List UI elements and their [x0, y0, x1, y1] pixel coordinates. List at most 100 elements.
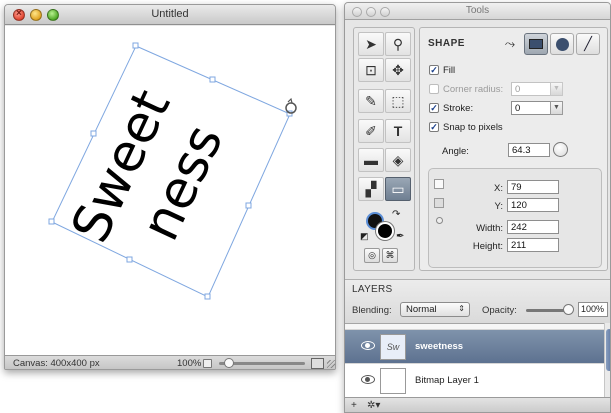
opacity-slider-knob[interactable]	[563, 304, 574, 315]
anchor-point-icon[interactable]	[434, 179, 444, 189]
layers-header: LAYERS Blending: Normal ⇕ Opacity: 100%	[345, 279, 610, 323]
x-field[interactable]: 79	[507, 180, 559, 194]
geometry-box: X: 79 Y: 120 Width: 242 Height: 211	[428, 168, 602, 268]
anchor-pin-icon[interactable]	[436, 217, 443, 224]
blending-select[interactable]: Normal ⇕	[400, 302, 470, 317]
resize-grip-icon[interactable]	[327, 360, 335, 368]
angle-dial-icon[interactable]	[553, 142, 568, 157]
canvas-titlebar[interactable]: × Untitled	[5, 5, 335, 25]
rectangle-icon: ▬	[364, 152, 378, 168]
visibility-eye-icon[interactable]	[361, 375, 375, 384]
layers-list: Sw sweetness Bitmap Layer 1	[345, 323, 604, 397]
default-colors-icon[interactable]: ◩	[360, 231, 369, 242]
selection-handle	[209, 76, 216, 83]
zoom-slider-knob[interactable]	[224, 358, 234, 368]
stroke-label: Stroke:	[443, 103, 474, 114]
tools-window-title: Tools	[465, 5, 490, 16]
plus-icon: +	[351, 400, 357, 411]
zoom-fit-icon[interactable]	[203, 359, 212, 368]
layer-name[interactable]: sweetness	[415, 341, 463, 352]
shape-icon: ▭	[391, 180, 405, 197]
eraser-icon: ✐	[365, 122, 377, 139]
brush-tool-button[interactable]: ✎	[358, 89, 384, 113]
clone-tool-button[interactable]: ▞	[358, 177, 384, 201]
arrow-icon: ➤	[365, 35, 377, 52]
snap-to-pixels-checkbox[interactable]: ✓	[429, 122, 439, 132]
toolbox-panel: ➤ ⚲ ⊡ ✥ ✎ ⬚ ✐ T ▬ ◈ ▞ ▭ ↷ ✒ ◩ ◎ ⌘	[353, 27, 415, 271]
y-field[interactable]: 120	[507, 198, 559, 212]
shape-tool-button[interactable]: ▭	[385, 177, 411, 201]
line-shape-icon: ╱	[584, 36, 592, 51]
ellipse-shape-button[interactable]	[550, 33, 574, 55]
drawing-canvas[interactable]: Sweet ness	[5, 26, 336, 355]
selection-handle	[126, 256, 133, 263]
anchor-grid-icon[interactable]	[434, 198, 444, 208]
tools-titlebar[interactable]: Tools	[345, 3, 610, 20]
eyedropper-icon[interactable]: ✒	[396, 231, 404, 242]
layers-scrollbar[interactable]	[604, 323, 610, 397]
opacity-slider-track[interactable]	[526, 309, 566, 312]
layer-name[interactable]: Bitmap Layer 1	[415, 375, 479, 386]
line-shape-button[interactable]: ╱	[576, 33, 600, 55]
corner-radius-stepper[interactable]: ▼	[550, 82, 563, 96]
layer-thumbnail: Sw	[380, 334, 406, 360]
rectangle-tool-button[interactable]: ▬	[358, 148, 384, 172]
canvas-status-bar: Canvas: 400x400 px 100%	[5, 355, 335, 369]
fill-tool-button[interactable]: ◈	[385, 148, 411, 172]
tools-window: Tools ➤ ⚲ ⊡ ✥ ✎ ⬚ ✐ T ▬ ◈ ▞ ▭ ↷ ✒ ◩ ◎ ⌘ …	[344, 2, 611, 413]
angle-field[interactable]: 64.3	[508, 143, 550, 157]
canvas-window-title: Untitled	[151, 8, 189, 20]
swap-colors-icon[interactable]: ↷	[392, 209, 400, 220]
width-field[interactable]: 242	[507, 220, 559, 234]
height-field[interactable]: 211	[507, 238, 559, 252]
blending-label: Blending:	[352, 305, 392, 316]
path-mode-button[interactable]: ⤳	[498, 33, 522, 55]
text-icon: T	[393, 123, 403, 139]
corner-radius-checkbox[interactable]	[429, 84, 439, 94]
zoom-tool-button[interactable]: ⚲	[385, 32, 411, 56]
selection-handle	[48, 218, 55, 225]
snap-to-pixels-label: Snap to pixels	[443, 122, 503, 133]
chevron-updown-icon: ⇕	[458, 304, 465, 313]
height-label: Height:	[472, 241, 503, 252]
brush-icon: ✎	[365, 92, 377, 109]
opacity-field[interactable]: 100%	[578, 302, 608, 317]
layers-scrollbar-thumb[interactable]	[606, 329, 610, 371]
canvas-artwork[interactable]: Sweet ness	[5, 26, 336, 355]
width-label: Width:	[476, 223, 503, 234]
crop-tool-button[interactable]: ⊡	[358, 58, 384, 82]
stroke-field[interactable]: 0	[511, 101, 551, 115]
quick-mask-button[interactable]: ◎	[364, 248, 380, 263]
layer-row[interactable]: Sw sweetness	[345, 330, 604, 364]
opacity-label: Opacity:	[482, 305, 517, 316]
eraser-tool-button[interactable]: ✐	[358, 119, 384, 143]
text-tool-button[interactable]: T	[385, 119, 411, 143]
add-layer-button[interactable]: +	[351, 400, 357, 412]
ellipse-shape-icon	[555, 37, 569, 51]
zoom-percent-label: 100%	[177, 358, 202, 369]
corner-radius-label: Corner radius:	[443, 84, 504, 95]
stroke-stepper[interactable]: ▼	[550, 101, 563, 115]
visibility-eye-icon[interactable]	[361, 341, 375, 350]
magnifier-icon: ⚲	[392, 35, 404, 52]
fill-checkbox[interactable]: ✓	[429, 65, 439, 75]
actual-size-button[interactable]	[311, 358, 324, 369]
selection-handle	[245, 202, 252, 209]
screen-mode-button[interactable]: ⌘	[382, 248, 398, 263]
select-tool-button[interactable]: ➤	[358, 32, 384, 56]
layer-actions-button[interactable]: ✲▾	[367, 400, 380, 412]
background-color-well[interactable]	[376, 222, 394, 240]
layer-row[interactable]: Bitmap Layer 1	[345, 364, 604, 397]
rectangle-shape-button[interactable]	[524, 33, 548, 55]
pen-curve-icon: ⤳	[504, 36, 516, 51]
move-tool-button[interactable]: ✥	[385, 58, 411, 82]
fill-label: Fill	[443, 65, 456, 76]
clone-icon: ▞	[365, 180, 377, 197]
paint-bucket-icon: ◈	[392, 151, 404, 168]
selection-handle	[90, 130, 97, 137]
marquee-tool-button[interactable]: ⬚	[385, 89, 411, 113]
stroke-checkbox[interactable]: ✓	[429, 103, 439, 113]
corner-radius-field[interactable]: 0	[511, 82, 551, 96]
move-icon: ✥	[392, 61, 404, 78]
gear-icon: ✲▾	[367, 400, 381, 411]
